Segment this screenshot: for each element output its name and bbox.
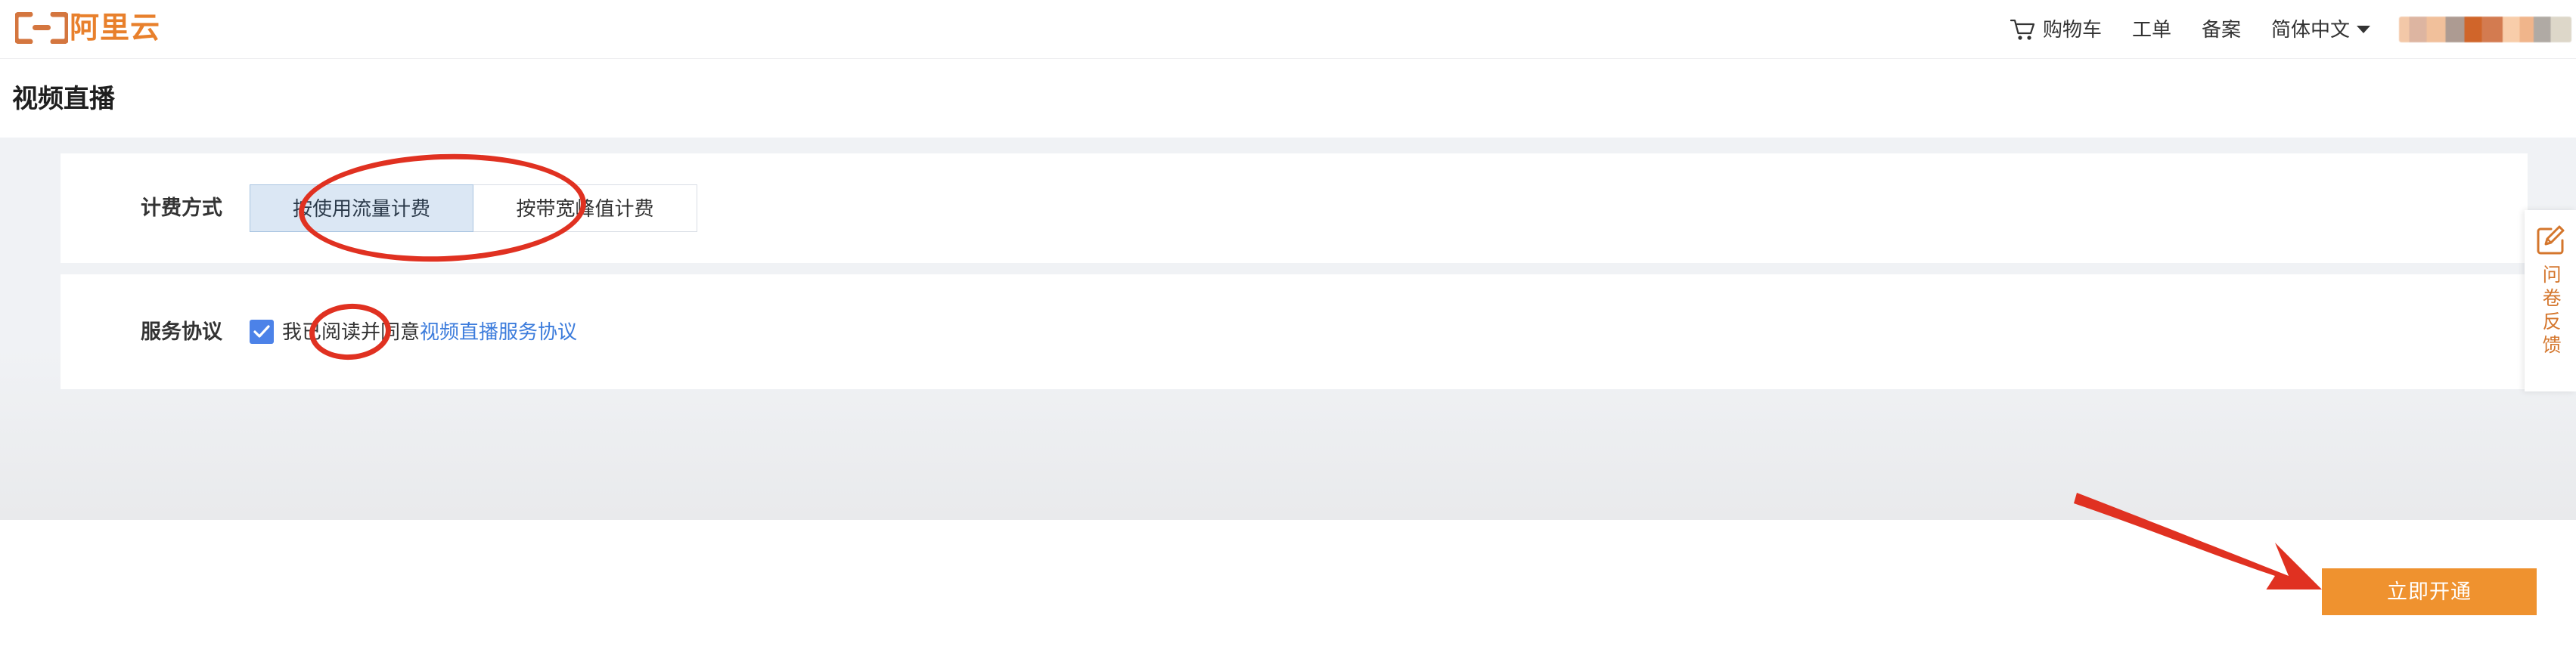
agreement-checkbox[interactable] <box>250 320 274 344</box>
header-nav: 购物车 工单 备案 简体中文 <box>1980 0 2576 59</box>
feedback-widget[interactable]: 问卷反馈 <box>2525 210 2576 391</box>
aliyun-bracket-logo-icon <box>15 12 68 44</box>
checkmark-icon <box>253 325 270 338</box>
page-title: 视频直播 <box>12 84 115 113</box>
billing-label: 计费方式 <box>141 196 222 219</box>
billing-option-bandwidth-label: 按带宽峰值计费 <box>516 196 654 220</box>
page-title-bar: 视频直播 <box>0 60 2576 138</box>
page-footer <box>0 520 2576 656</box>
site-header: 阿里云 购物车 工单 备案 简体中文 <box>0 0 2576 59</box>
billing-option-bandwidth[interactable]: 按带宽峰值计费 <box>473 184 697 232</box>
app-root: 阿里云 购物车 工单 备案 简体中文 视频直播 计费方式 按使用流量计费 按带宽… <box>0 0 2576 656</box>
nav-item-language-label: 简体中文 <box>2270 18 2350 41</box>
billing-segmented-control: 按使用流量计费 按带宽峰值计费 <box>250 184 697 232</box>
aliyun-logo[interactable]: 阿里云 <box>15 5 160 51</box>
billing-option-traffic-label: 按使用流量计费 <box>292 196 430 220</box>
agreement-wrapper: 我已阅读并同意 视频直播服务协议 <box>250 320 577 344</box>
agreement-content: 我已阅读并同意 视频直播服务协议 <box>250 320 2528 344</box>
pencil-edit-icon <box>2537 225 2565 255</box>
feedback-widget-label: 问卷反馈 <box>2540 265 2562 358</box>
aliyun-logo-text: 阿里云 <box>70 11 161 45</box>
submit-activate-button[interactable]: 立即开通 <box>2322 568 2537 615</box>
form-row-billing: 计费方式 按使用流量计费 按带宽峰值计费 <box>61 153 2528 263</box>
nav-item-icp[interactable]: 备案 <box>2202 20 2241 39</box>
nav-item-cart[interactable]: 购物车 <box>2010 18 2102 41</box>
agreement-label: 服务协议 <box>141 320 222 343</box>
nav-item-cart-label: 购物车 <box>2042 18 2102 41</box>
shopping-cart-icon <box>2010 19 2035 40</box>
user-account-redacted[interactable] <box>2399 17 2571 42</box>
chevron-down-icon <box>2357 26 2370 33</box>
agreement-text: 我已阅读并同意 <box>282 320 421 343</box>
nav-item-ticket-label: 工单 <box>2131 18 2171 41</box>
billing-option-traffic[interactable]: 按使用流量计费 <box>250 184 473 232</box>
billing-content: 按使用流量计费 按带宽峰值计费 <box>250 184 2528 232</box>
agreement-link[interactable]: 视频直播服务协议 <box>420 322 577 342</box>
nav-item-icp-label: 备案 <box>2201 18 2241 41</box>
nav-item-ticket[interactable]: 工单 <box>2132 20 2171 39</box>
form-row-agreement: 服务协议 我已阅读并同意 视频直播服务协议 <box>61 274 2528 389</box>
nav-item-language[interactable]: 简体中文 <box>2271 20 2370 39</box>
